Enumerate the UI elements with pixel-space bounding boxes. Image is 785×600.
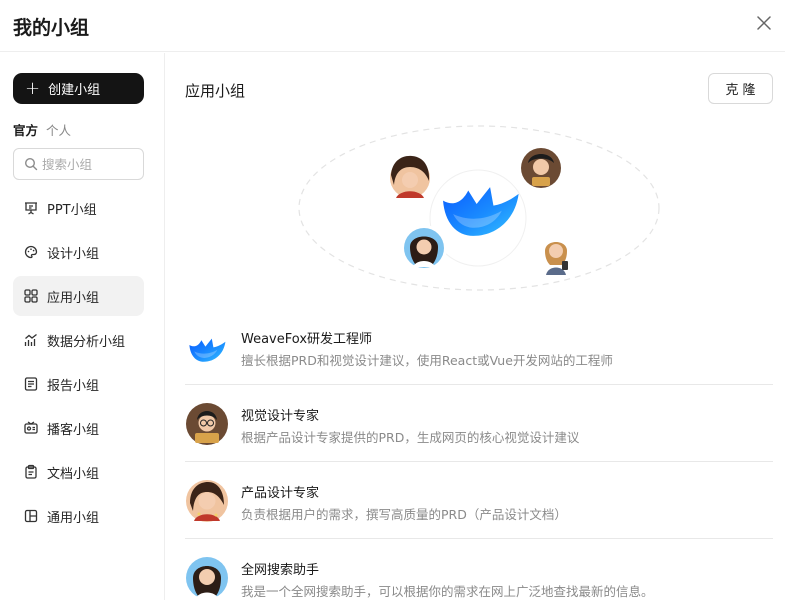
sidebar-item-label: 应用小组	[47, 290, 100, 306]
search-assistant-avatar-icon	[186, 557, 228, 600]
agent-name: WeaveFox研发工程师	[241, 332, 373, 347]
agent-name: 产品设计专家	[241, 486, 320, 501]
agent-name: 全网搜索助手	[241, 563, 320, 578]
scope-official-tab[interactable]: 官方	[13, 120, 38, 139]
agent-name: 视觉设计专家	[241, 409, 320, 424]
dialog-header: 我的小组	[0, 0, 785, 52]
sidebar-item-label: 通用小组	[47, 510, 100, 526]
main-panel: 应用小组 克隆 WeaveFox研发工程师 擅长根据PRD和视觉设计建议，使用R…	[166, 53, 785, 600]
create-group-button[interactable]: + 创建小组	[13, 73, 144, 104]
page-title: 应用小组	[185, 82, 246, 100]
search-assistant-avatar-icon	[401, 225, 447, 271]
create-group-label: 创建小组	[48, 83, 101, 98]
agent-item-weavefox[interactable]: WeaveFox研发工程师 擅长根据PRD和视觉设计建议，使用React或Vue…	[185, 308, 773, 385]
sidebar-item-label: 播客小组	[47, 422, 100, 438]
agent-desc: 负责根据用户的需求，撰写高质量的PRD（产品设计文档）	[241, 507, 567, 522]
search-input[interactable]	[42, 156, 137, 172]
agent-desc: 根据产品设计专家提供的PRD，生成网页的核心视觉设计建议	[241, 430, 580, 445]
sidebar-item-apps[interactable]: 应用小组	[13, 276, 144, 316]
clone-button[interactable]: 克隆	[708, 73, 773, 104]
product-designer-avatar-icon	[186, 480, 228, 522]
designer-avatar-icon	[387, 155, 433, 201]
visual-designer-avatar-icon	[186, 403, 228, 445]
agent-item-search-assistant[interactable]: 全网搜索助手 我是一个全网搜索助手，可以根据你的需求在网上广泛地查找最新的信息。	[185, 539, 773, 600]
sidebar-item-label: 数据分析小组	[47, 334, 126, 350]
search-box[interactable]	[13, 148, 144, 180]
podcast-icon	[24, 421, 38, 434]
sidebar-item-data-analysis[interactable]: 数据分析小组	[13, 320, 144, 360]
presentation-icon	[25, 202, 37, 215]
group-hero-illustration	[298, 125, 660, 291]
agent-item-visual-designer[interactable]: 视觉设计专家 根据产品设计专家提供的PRD，生成网页的核心视觉设计建议	[185, 385, 773, 462]
scope-personal-tab[interactable]: 个人	[46, 120, 71, 139]
weavefox-logo-icon	[189, 338, 226, 362]
plus-icon: +	[25, 77, 41, 99]
sidebar: + 创建小组 官方 个人 PPT小组 设计小组	[0, 53, 165, 600]
sidebar-item-general[interactable]: 通用小组	[13, 496, 144, 536]
sidebar-item-design[interactable]: 设计小组	[13, 232, 144, 272]
layout-icon	[24, 509, 38, 523]
report-icon	[24, 377, 38, 391]
dialog-title: 我的小组	[13, 17, 90, 39]
sidebar-item-podcast[interactable]: 播客小组	[13, 408, 144, 448]
sidebar-item-ppt[interactable]: PPT小组	[13, 188, 144, 228]
search-icon	[24, 157, 38, 171]
sidebar-item-report[interactable]: 报告小组	[13, 364, 144, 404]
scope-switch: 官方 个人	[13, 120, 71, 139]
visual-designer-avatar-icon	[518, 145, 564, 191]
document-icon	[25, 464, 37, 479]
apps-grid-icon	[24, 289, 38, 303]
sidebar-item-label: PPT小组	[47, 202, 97, 218]
sidebar-item-label: 文档小组	[47, 466, 100, 482]
agent-item-product-designer[interactable]: 产品设计专家 负责根据用户的需求，撰写高质量的PRD（产品设计文档）	[185, 462, 773, 539]
palette-icon	[24, 245, 38, 259]
product-avatar-small-icon	[533, 234, 579, 280]
group-nav: PPT小组 设计小组 应用小组 数据分析小组 报告小组 播客小组 文档小组 通用…	[13, 188, 144, 540]
agent-desc: 我是一个全网搜索助手，可以根据你的需求在网上广泛地查找最新的信息。	[241, 584, 654, 599]
agent-desc: 擅长根据PRD和视觉设计建议，使用React或Vue开发网站的工程师	[241, 353, 613, 368]
sidebar-item-label: 报告小组	[47, 378, 100, 394]
close-icon[interactable]	[755, 14, 773, 32]
sidebar-item-document[interactable]: 文档小组	[13, 452, 144, 492]
sidebar-item-label: 设计小组	[47, 246, 100, 262]
chart-icon	[24, 333, 37, 346]
